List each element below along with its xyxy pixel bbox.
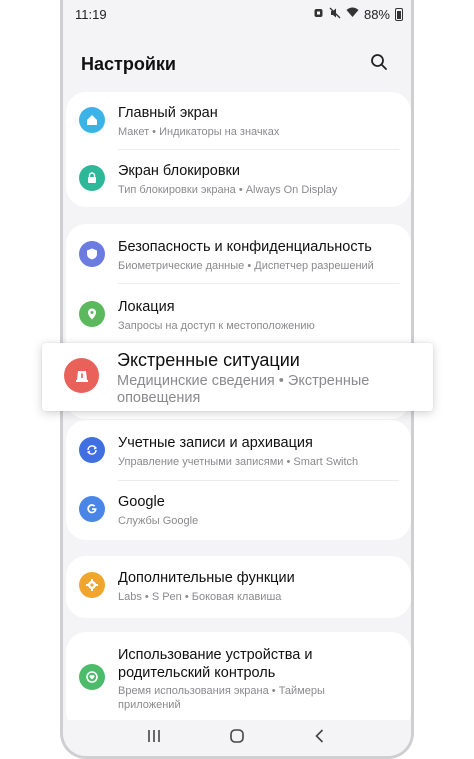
settings-card-advanced: Дополнительные функции Labs • S Pen • Бо… (66, 556, 411, 618)
settings-item-lock-screen[interactable]: Экран блокировки Тип блокировки экрана •… (66, 150, 411, 207)
item-subtitle-line-2: оповещения (117, 390, 201, 406)
item-title-line-1: Использование устройства и (118, 647, 313, 663)
item-title: Безопасность и конфиденциальность (118, 239, 372, 255)
item-subtitle-line-2: приложений (118, 699, 181, 711)
item-title: Дополнительные функции (118, 570, 295, 586)
settings-item-security[interactable]: Безопасность и конфиденциальность Биомет… (66, 224, 411, 282)
status-icons: 88% (313, 7, 403, 22)
alarm-icon (313, 7, 324, 21)
emergency-icon (64, 358, 99, 393)
item-subtitle-line-1: Медицинские сведения • Экстренные (117, 373, 370, 389)
settings-item-google[interactable]: Google Службы Google (66, 481, 411, 540)
lock-icon (79, 165, 105, 191)
google-icon (79, 496, 105, 522)
search-button[interactable] (365, 50, 393, 78)
settings-item-digital-wellbeing[interactable]: Использование устройства и родительский … (66, 632, 411, 732)
mute-icon (329, 7, 341, 22)
settings-card-display: Главный экран Макет • Индикаторы на знач… (66, 92, 411, 207)
item-title: Google (118, 494, 165, 510)
recents-icon (146, 728, 162, 749)
item-subtitle: Биометрические данные • Диспетчер разреш… (118, 260, 374, 272)
settings-item-location[interactable]: Локация Запросы на доступ к местоположен… (66, 284, 411, 342)
header: Настройки (63, 44, 411, 84)
home-icon (79, 107, 105, 133)
item-title-line-2: родительский контроль (118, 665, 276, 681)
item-subtitle-line-1: Время использования экрана • Таймеры (118, 685, 325, 697)
shield-icon (79, 241, 105, 267)
settings-item-advanced-features[interactable]: Дополнительные функции Labs • S Pen • Бо… (66, 556, 411, 618)
wifi-icon (346, 7, 359, 21)
search-icon (370, 53, 388, 76)
settings-item-accounts[interactable]: Учетные записи и архивация Управление уч… (66, 420, 411, 480)
item-title: Локация (118, 299, 175, 315)
home-button-icon (229, 728, 245, 749)
settings-card-accounts: Учетные записи и архивация Управление уч… (66, 420, 411, 540)
item-title: Главный экран (118, 105, 218, 121)
settings-card-wellbeing: Использование устройства и родительский … (66, 632, 411, 732)
item-title: Экран блокировки (118, 163, 240, 179)
sync-icon (79, 437, 105, 463)
battery-icon (395, 7, 403, 21)
navigation-bar (63, 720, 411, 756)
item-subtitle: Макет • Индикаторы на значках (118, 126, 280, 138)
home-button[interactable] (222, 723, 252, 753)
item-subtitle: Службы Google (118, 515, 199, 527)
item-subtitle: Запросы на доступ к местоположению (118, 320, 315, 332)
back-icon (312, 728, 328, 749)
item-title: Экстренные ситуации (117, 350, 300, 370)
battery-percent: 88% (363, 6, 390, 22)
settings-item-home-screen[interactable]: Главный экран Макет • Индикаторы на знач… (66, 92, 411, 149)
page-title: Настройки (81, 53, 176, 74)
location-pin-icon (79, 301, 105, 327)
item-title: Учетные записи и архивация (118, 435, 313, 451)
wellbeing-icon (79, 664, 105, 690)
gear-plus-icon (79, 572, 105, 598)
item-subtitle: Управление учетными записями • Smart Swi… (118, 456, 359, 468)
settings-item-emergency[interactable]: Экстренные ситуации Медицинские сведения… (42, 343, 433, 411)
item-subtitle: Labs • S Pen • Боковая клавиша (118, 591, 282, 603)
item-subtitle: Тип блокировки экрана • Always On Displa… (118, 184, 338, 196)
status-time: 11:19 (75, 6, 107, 22)
recents-button[interactable] (139, 723, 169, 753)
status-bar: 11:19 88% (63, 0, 411, 28)
back-button[interactable] (305, 723, 335, 753)
